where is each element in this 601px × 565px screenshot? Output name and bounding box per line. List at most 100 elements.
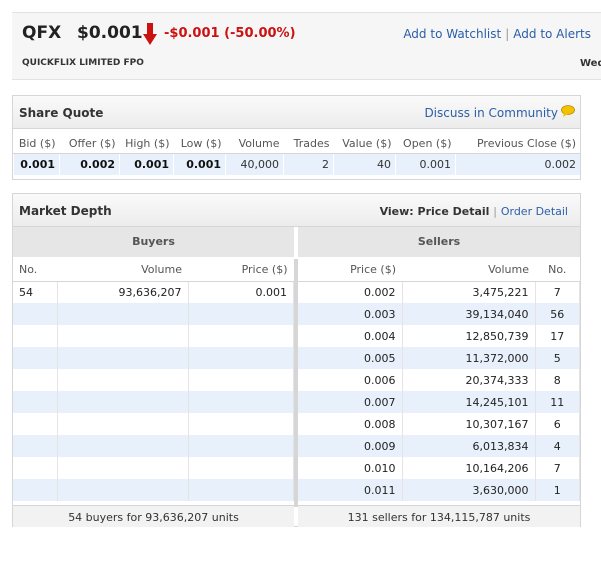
add-to-watchlist-link[interactable]: Add to Watchlist [403, 27, 501, 41]
buyer-row [13, 369, 294, 391]
buyer-volume [57, 435, 189, 457]
share-quote-panel: Share Quote Discuss in Community Bid ($)… [12, 95, 581, 180]
high-value: 0.001 [119, 152, 174, 175]
seller-no: 7 [535, 457, 580, 479]
down-arrow-icon [143, 23, 157, 45]
buyer-volume [57, 347, 189, 369]
seller-volume: 10,307,167 [402, 413, 536, 435]
buyer-row [13, 303, 294, 325]
order-detail-link[interactable]: Order Detail [501, 205, 568, 218]
offer-value: 0.002 [59, 152, 120, 175]
speech-bubble-icon[interactable] [561, 105, 575, 117]
last-price: $0.001 [77, 23, 143, 43]
open-value: 0.001 [395, 152, 456, 175]
value-value: 40 [333, 152, 396, 175]
buyer-price [188, 325, 294, 347]
trades-value: 2 [283, 152, 334, 175]
sellers-column-headers: Price ($) Volume No. [298, 259, 580, 282]
buyer-no [13, 413, 58, 435]
buyer-price [188, 303, 294, 325]
col-bid: Bid ($) [18, 137, 56, 151]
seller-no: 5 [535, 347, 580, 369]
buyers-summary: 54 buyers for 93,636,207 units [13, 505, 294, 527]
low-value: 0.001 [173, 152, 226, 175]
buyer-volume [57, 303, 189, 325]
buyer-no [13, 369, 58, 391]
seller-price: 0.003 [298, 303, 403, 325]
col-value: Value ($) [342, 137, 392, 151]
seller-volume: 6,013,834 [402, 435, 536, 457]
sellers-summary: 131 sellers for 134,115,787 units [298, 505, 580, 527]
seller-price: 0.004 [298, 325, 403, 347]
price-change: -$0.001 (-50.00%) [164, 26, 296, 41]
seller-volume: 12,850,739 [402, 325, 536, 347]
seller-price: 0.006 [298, 369, 403, 391]
sell-col-volume: Volume [402, 259, 535, 282]
buyer-no: 54 [13, 281, 58, 303]
seller-no: 17 [535, 325, 580, 347]
col-volume: Volume [238, 137, 280, 151]
share-quote-table: Bid ($) Offer ($) High ($) Low ($) Volum… [13, 135, 580, 175]
header-links: Add to Watchlist | Add to Alerts [403, 27, 591, 41]
buyer-price [188, 347, 294, 369]
seller-no: 8 [535, 369, 580, 391]
view-selector: View: Price Detail | Order Detail [380, 205, 568, 218]
buyer-row [13, 435, 294, 457]
buyer-no [13, 457, 58, 479]
buyer-volume [57, 457, 189, 479]
seller-row: 0.009 6,013,834 4 [298, 435, 580, 457]
seller-no: 11 [535, 391, 580, 413]
seller-price: 0.005 [298, 347, 403, 369]
discuss-in-community-link[interactable]: Discuss in Community [424, 106, 558, 120]
buyer-row [13, 325, 294, 347]
add-to-alerts-link[interactable]: Add to Alerts [513, 27, 591, 41]
sellers-table: Price ($) Volume No. 0.002 3,475,221 7 0.00… [298, 259, 580, 501]
buyer-price [188, 391, 294, 413]
col-trades: Trades [293, 137, 330, 151]
buyer-no [13, 391, 58, 413]
sell-col-no: No. [535, 259, 580, 282]
seller-volume: 11,372,000 [402, 347, 536, 369]
view-separator: | [493, 205, 497, 218]
buyer-no [13, 303, 58, 325]
seller-price: 0.007 [298, 391, 403, 413]
seller-no: 1 [535, 479, 580, 501]
buy-col-no: No. [13, 259, 57, 282]
seller-volume: 39,134,040 [402, 303, 536, 325]
buyer-volume [57, 479, 189, 501]
share-quote-header-row: Bid ($) Offer ($) High ($) Low ($) Volum… [14, 135, 581, 153]
market-depth-panel: Market Depth View: Price Detail | Order … [12, 193, 581, 527]
volume-value: 40,000 [225, 152, 284, 175]
buyers-header: Buyers [13, 227, 294, 257]
buyer-row [13, 391, 294, 413]
seller-row: 0.008 10,307,167 6 [298, 413, 580, 435]
buyer-price [188, 479, 294, 501]
buyer-volume [57, 369, 189, 391]
buyer-no [13, 325, 58, 347]
seller-volume: 20,374,333 [402, 369, 536, 391]
seller-no: 6 [535, 413, 580, 435]
ticker-symbol: QFX [22, 23, 62, 43]
buyer-volume [57, 325, 189, 347]
sell-col-price: Price ($) [298, 259, 402, 282]
buyer-price [188, 413, 294, 435]
seller-row: 0.007 14,245,101 11 [298, 391, 580, 413]
sellers-header: Sellers [298, 227, 580, 257]
buyer-row [13, 347, 294, 369]
buyer-price [188, 435, 294, 457]
buyer-no [13, 479, 58, 501]
buyer-volume [57, 391, 189, 413]
seller-row: 0.006 20,374,333 8 [298, 369, 580, 391]
seller-volume: 14,245,101 [402, 391, 536, 413]
market-depth-title: Market Depth [19, 204, 112, 218]
market-depth-header: Market Depth View: Price Detail | Order … [13, 194, 580, 227]
share-quote-title: Share Quote [19, 106, 104, 120]
seller-no: 56 [535, 303, 580, 325]
buyer-row: 54 93,636,207 0.001 [13, 281, 294, 303]
seller-price: 0.008 [298, 413, 403, 435]
col-open: Open ($) [403, 137, 452, 151]
buyer-price: 0.001 [188, 281, 294, 303]
buyer-volume: 93,636,207 [57, 281, 189, 303]
stock-header: QFX $0.001 -$0.001 (-50.00%) Add to Watc… [12, 12, 601, 80]
seller-row: 0.010 10,164,206 7 [298, 457, 580, 479]
